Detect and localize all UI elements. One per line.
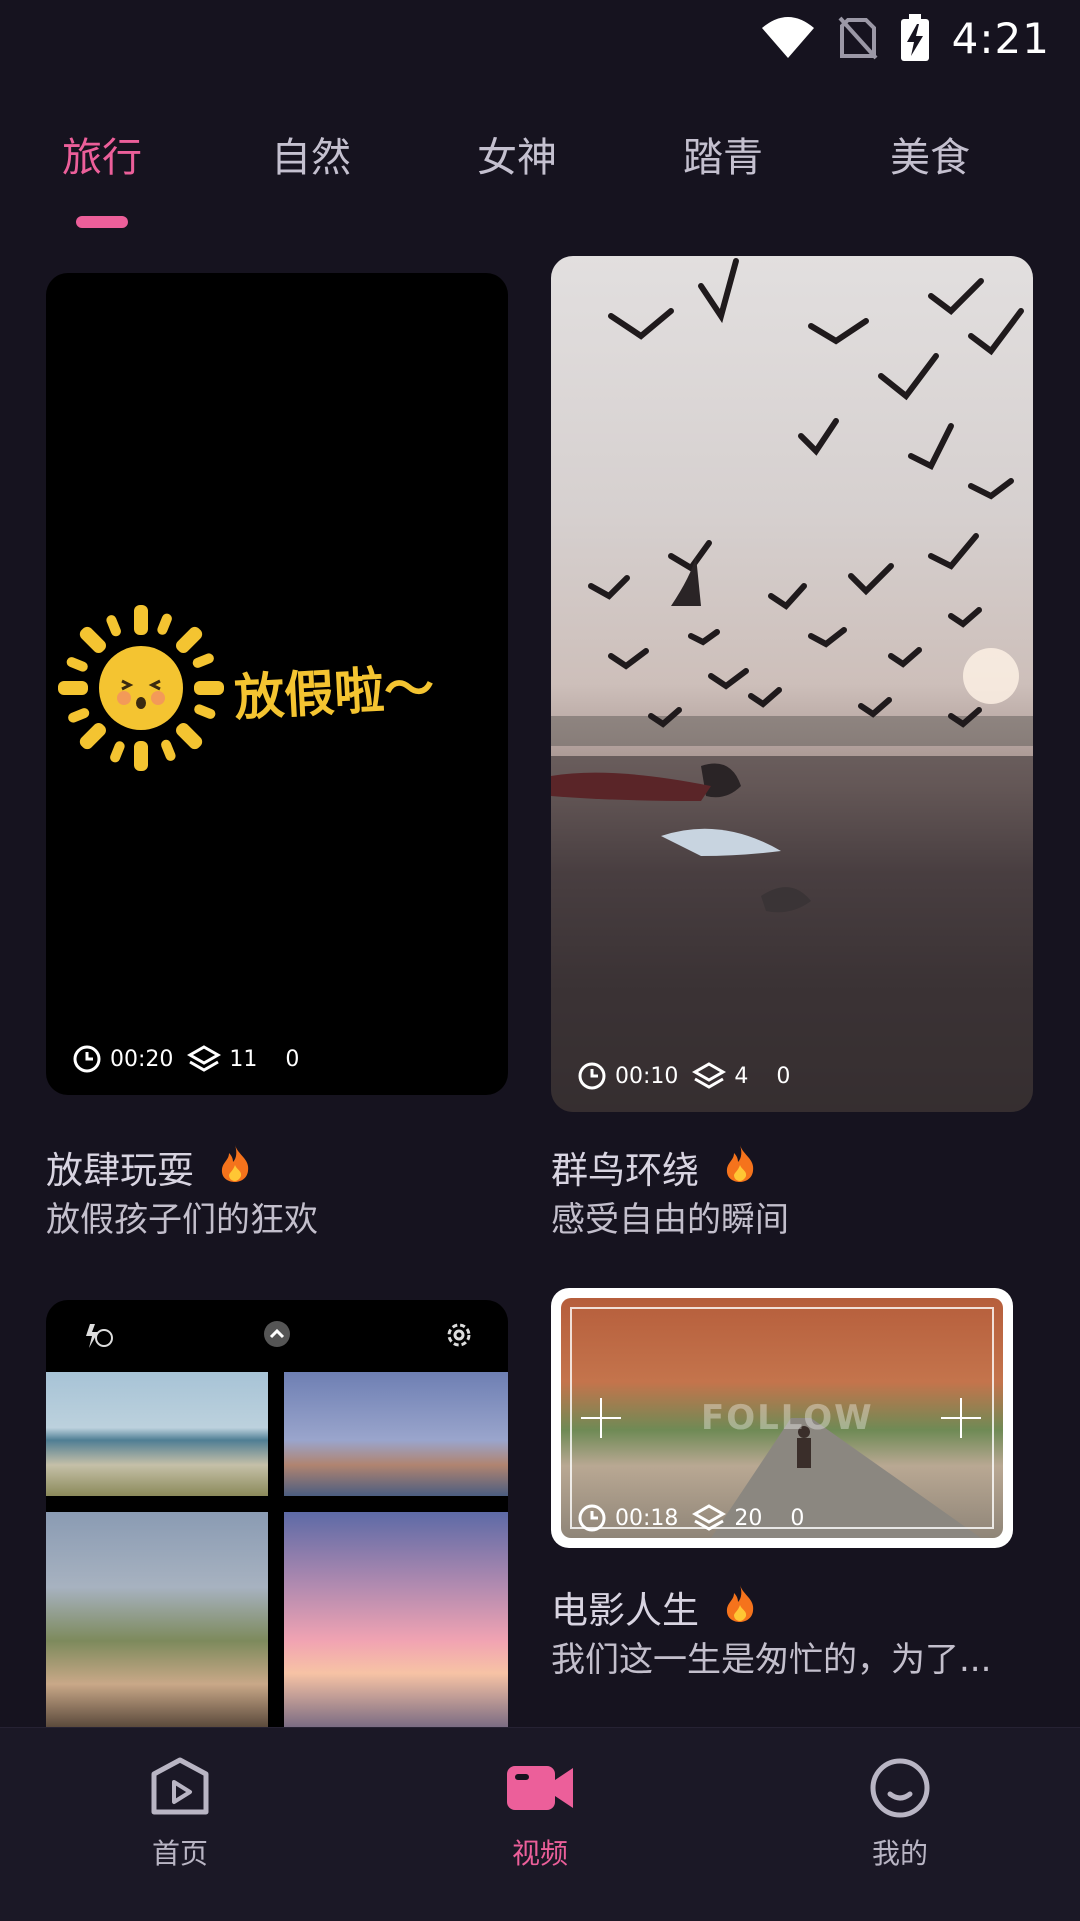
overlay-caption: 放假啦～ bbox=[232, 658, 436, 728]
card-title: 放肆玩耍 bbox=[46, 1149, 194, 1192]
video-card-thumbnail[interactable]: 00:10 4 0 bbox=[551, 256, 1033, 1112]
nav-label: 视频 bbox=[511, 1837, 568, 1870]
category-tabs: 旅行 自然 女神 踏青 美食 bbox=[0, 125, 1080, 225]
video-card-thumbnail[interactable] bbox=[46, 1300, 508, 1727]
usage-count: 0 bbox=[776, 1063, 791, 1089]
nav-label: 首页 bbox=[151, 1837, 208, 1870]
birds-scene bbox=[551, 258, 1033, 1112]
flash-auto-icon bbox=[86, 1324, 113, 1348]
usage-count: 0 bbox=[790, 1505, 805, 1531]
follow-overlay-text: FOLLOW bbox=[701, 1398, 874, 1438]
tab-travel[interactable]: 旅行 bbox=[62, 125, 142, 183]
status-bar: 4:21 bbox=[0, 0, 1080, 76]
usage-count: 0 bbox=[285, 1046, 300, 1072]
fire-icon bbox=[723, 1583, 757, 1632]
duration: 00:20 bbox=[110, 1046, 174, 1072]
layers-icon bbox=[692, 1504, 727, 1531]
clock-icon bbox=[578, 1504, 606, 1532]
video-meta: 00:10 4 0 bbox=[551, 1040, 1033, 1112]
tab-nature[interactable]: 自然 bbox=[271, 125, 351, 183]
layer-count: 4 bbox=[734, 1063, 749, 1089]
layer-count: 11 bbox=[229, 1046, 258, 1072]
clock-icon bbox=[73, 1045, 101, 1073]
photo-beach bbox=[46, 1372, 268, 1496]
card-subtitle: 我们这一生是匆忙的，为了... bbox=[551, 1640, 992, 1680]
nav-home[interactable]: 首页 bbox=[100, 1756, 260, 1872]
photo-woman bbox=[46, 1512, 268, 1727]
layer-count: 20 bbox=[734, 1505, 763, 1531]
photo-sunset bbox=[284, 1512, 508, 1727]
no-sim-icon bbox=[838, 16, 878, 60]
bottom-navigation: 首页 视频 我的 bbox=[0, 1727, 1080, 1921]
card-subtitle: 放假孩子们的狂欢 bbox=[46, 1200, 318, 1240]
wifi-icon bbox=[761, 17, 814, 58]
fire-icon bbox=[723, 1143, 757, 1192]
card-title: 群鸟环绕 bbox=[551, 1149, 699, 1192]
video-camera-icon bbox=[507, 1766, 573, 1810]
duration: 00:10 bbox=[615, 1063, 679, 1089]
settings-icon bbox=[447, 1323, 471, 1347]
video-card-thumbnail[interactable]: FOLLOW 00:18 20 0 bbox=[551, 1288, 1013, 1548]
tab-food[interactable]: 美食 bbox=[890, 125, 970, 183]
battery-charging-icon bbox=[900, 14, 929, 61]
smile-icon bbox=[870, 1758, 930, 1818]
card-title: 电影人生 bbox=[551, 1589, 699, 1632]
layers-icon bbox=[692, 1062, 727, 1089]
play-icon bbox=[151, 1757, 209, 1815]
layers-icon bbox=[187, 1045, 222, 1072]
card-subtitle: 感受自由的瞬间 bbox=[551, 1200, 789, 1240]
chevron-up-icon bbox=[264, 1321, 290, 1347]
video-meta: 00:20 11 0 bbox=[46, 1023, 508, 1095]
card-title-row: 放肆玩耍 bbox=[46, 1140, 252, 1194]
nav-profile[interactable]: 我的 bbox=[820, 1756, 980, 1872]
tab-goddess[interactable]: 女神 bbox=[477, 125, 557, 183]
video-card-thumbnail[interactable]: 放假啦～ 00:20 11 0 bbox=[46, 273, 508, 1095]
clock-icon bbox=[578, 1062, 606, 1090]
video-meta: 00:18 20 0 bbox=[551, 1488, 1013, 1548]
photo-seagull bbox=[284, 1372, 508, 1496]
sun-sticker-icon bbox=[58, 605, 224, 771]
fire-icon bbox=[218, 1143, 252, 1192]
nav-label: 我的 bbox=[871, 1837, 928, 1870]
active-tab-indicator bbox=[76, 216, 128, 228]
card-title-row: 群鸟环绕 bbox=[551, 1140, 757, 1194]
nav-video[interactable]: 视频 bbox=[460, 1756, 620, 1872]
duration: 00:18 bbox=[615, 1505, 679, 1531]
clock: 4:21 bbox=[951, 13, 1050, 63]
card-title-row: 电影人生 bbox=[551, 1580, 757, 1634]
tab-outing[interactable]: 踏青 bbox=[683, 125, 763, 183]
